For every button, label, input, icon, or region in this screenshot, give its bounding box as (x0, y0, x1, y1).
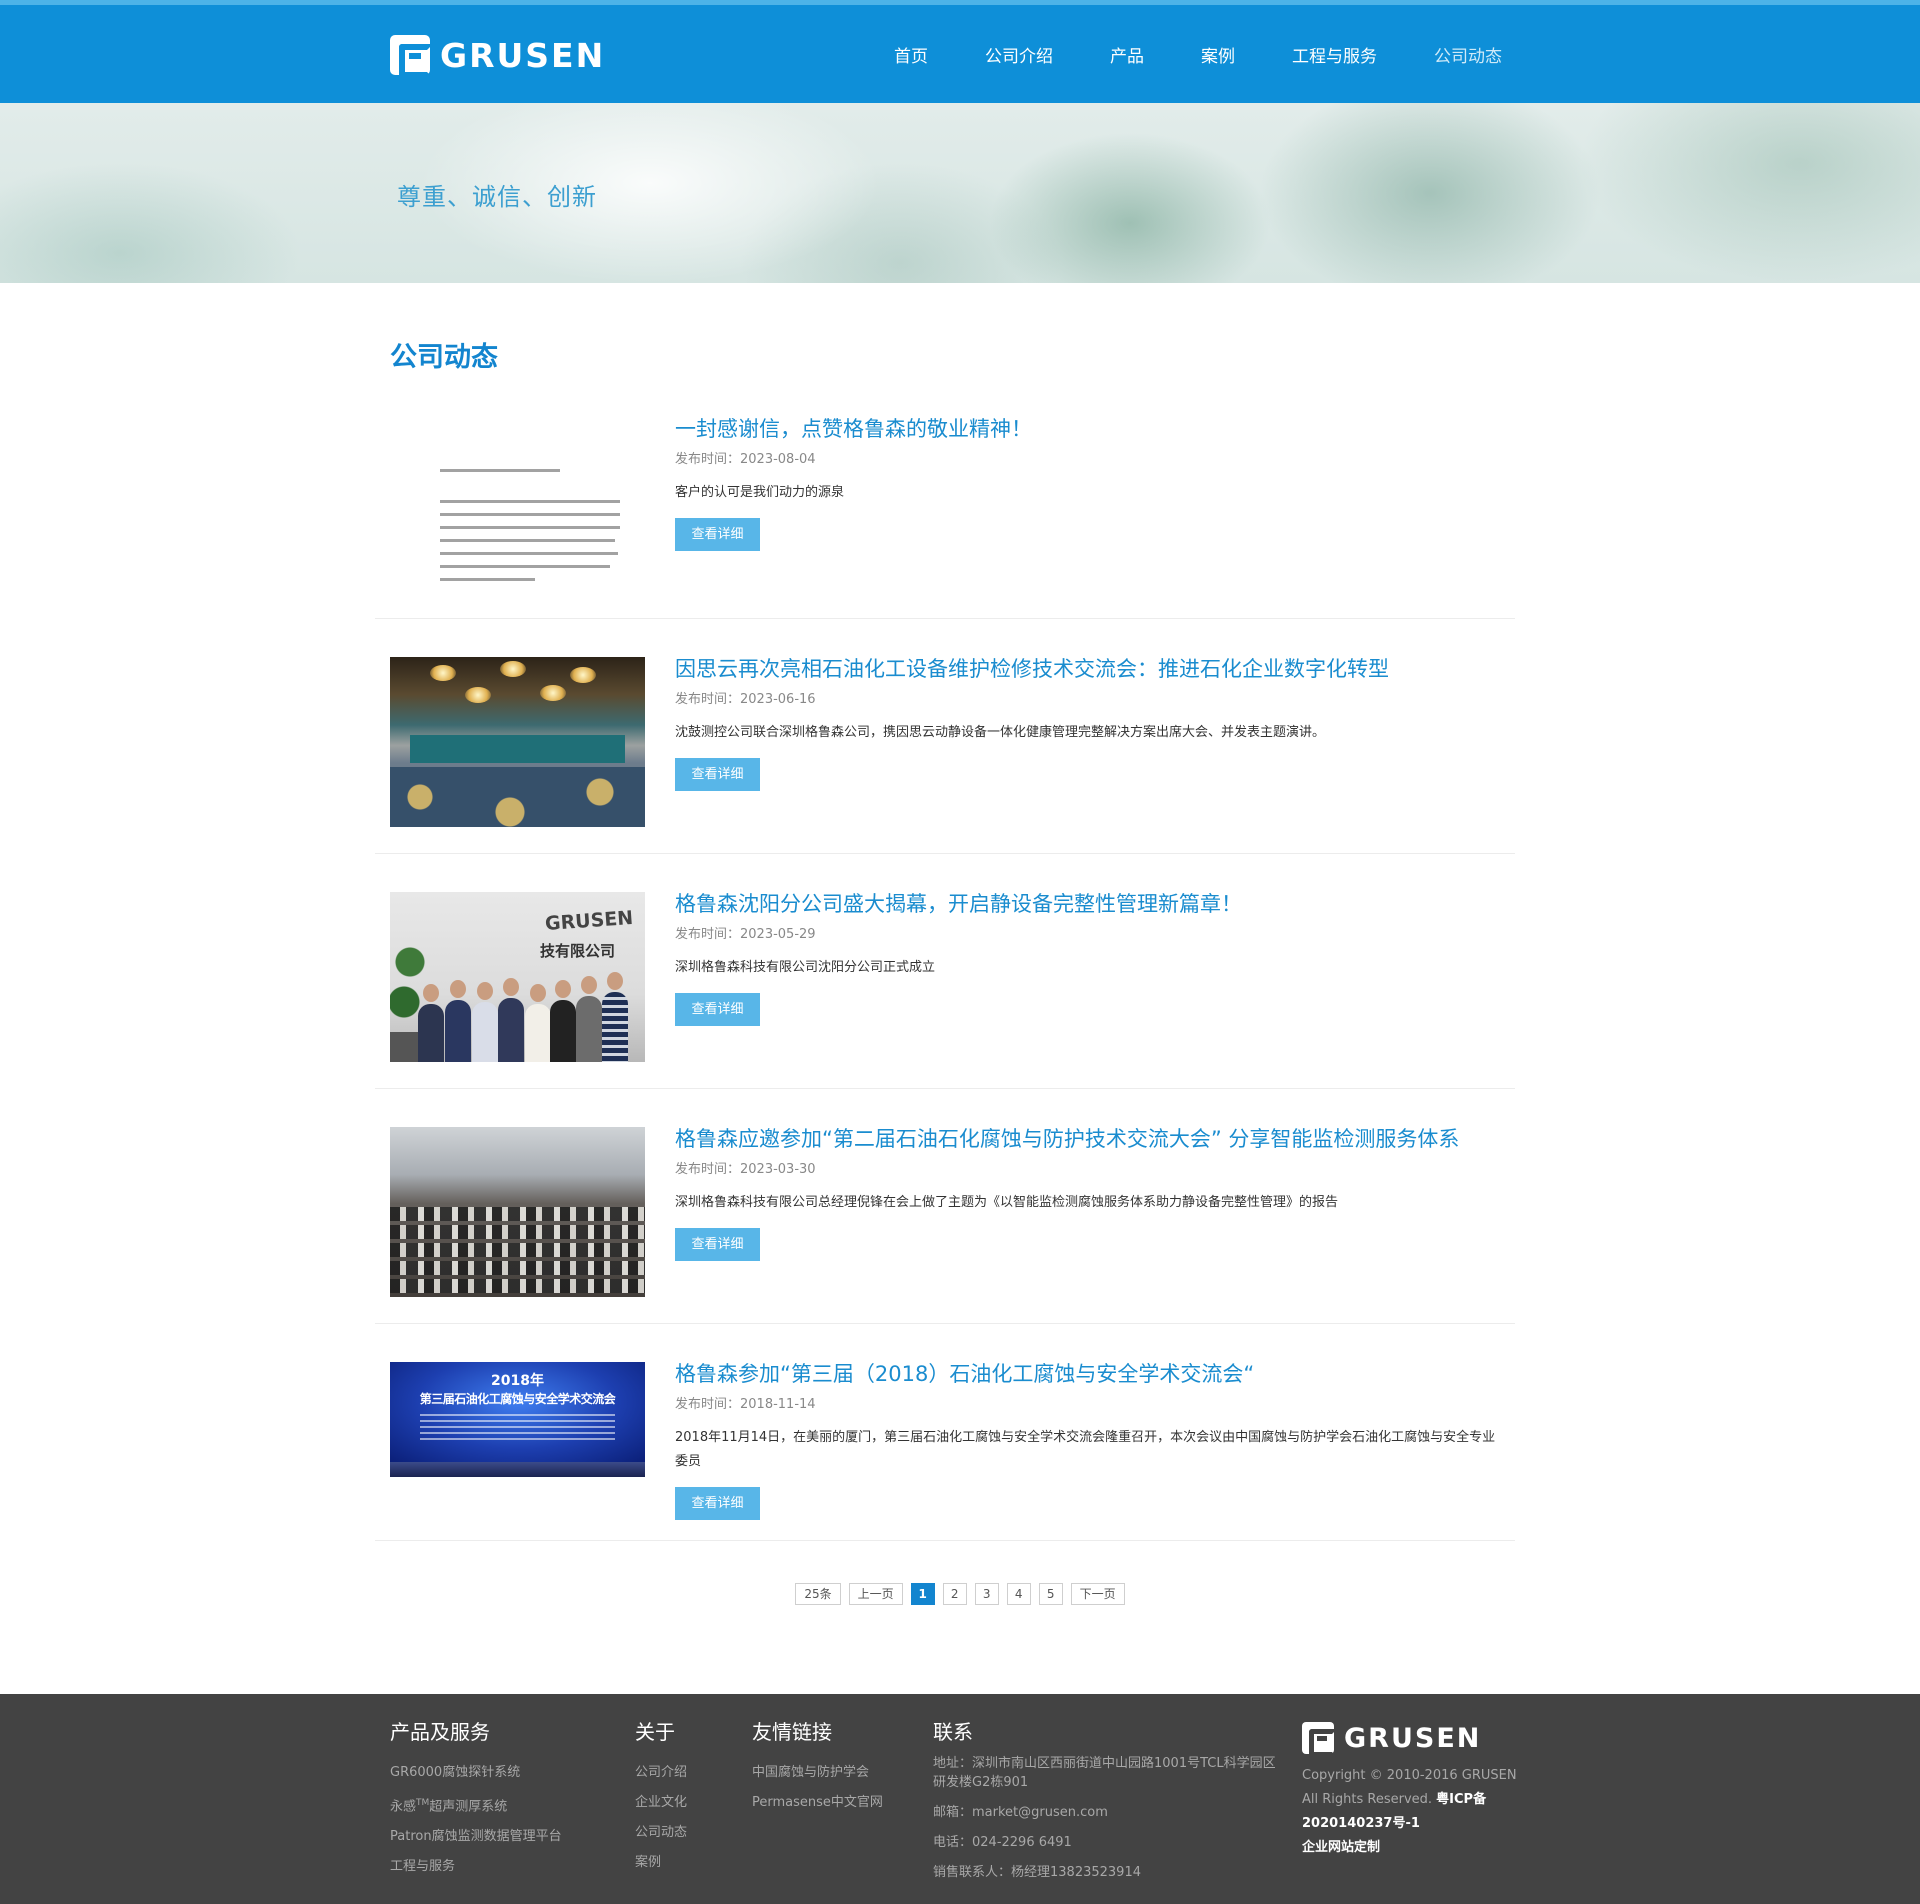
footer-link-csco[interactable]: 中国腐蚀与防护学会 (752, 1758, 883, 1788)
news-item: 一封感谢信，点赞格鲁森的敬业精神！ 发布时间：2023-08-04 客户的认可是… (375, 402, 1515, 619)
news-date: 发布时间：2023-06-16 (675, 692, 816, 707)
news-item: 格鲁森应邀参加“第二届石油石化腐蚀与防护技术交流大会” 分享智能监检测服务体系 … (375, 1089, 1515, 1324)
news-title[interactable]: 格鲁森沈阳分公司盛大揭幕，开启静设备完整性管理新篇章！ (675, 891, 1505, 917)
site-custom-link[interactable]: 企业网站定制 (1302, 1836, 1532, 1860)
news-body: 格鲁森参加“第三届（2018）石油化工腐蚀与安全学术交流会“ 发布时间：2018… (675, 1361, 1505, 1520)
nav-cases[interactable]: 案例 (1201, 42, 1235, 67)
news-summary: 2018年11月14日，在美丽的厦门，第三届石油化工腐蚀与安全学术交流会隆重召开… (675, 1430, 1496, 1469)
footer-address: 地址：深圳市南山区西丽街道中山园路1001号TCL科学园区研发楼G2栋901 (933, 1756, 1276, 1790)
news-date: 发布时间：2018-11-14 (675, 1397, 816, 1412)
view-details-button[interactable]: 查看详细 (675, 993, 760, 1026)
news-body: 格鲁森应邀参加“第二届石油石化腐蚀与防护技术交流大会” 分享智能监检测服务体系 … (675, 1126, 1505, 1261)
news-title[interactable]: 一封感谢信，点赞格鲁森的敬业精神！ (675, 416, 1505, 442)
site-footer: 产品及服务 GR6000腐蚀探针系统 永感TM超声测厚系统 Patron腐蚀监测… (0, 1694, 1920, 1904)
news-list: 一封感谢信，点赞格鲁森的敬业精神！ 发布时间：2023-08-04 客户的认可是… (375, 402, 1515, 1541)
pagination-page-2[interactable]: 2 (942, 1583, 967, 1605)
page-title: 公司动态 (390, 342, 498, 373)
pagination-prev[interactable]: 上一页 (848, 1583, 903, 1605)
icp-link[interactable]: 粤ICP备 (1436, 1792, 1486, 1807)
footer-link-ultrasonic[interactable]: 永感TM超声测厚系统 (390, 1788, 562, 1822)
footer-phone: 电话：024-2296 6491 (933, 1835, 1072, 1850)
footer-link-cases[interactable]: 案例 (635, 1848, 687, 1878)
footer-link-culture[interactable]: 企业文化 (635, 1788, 687, 1818)
news-thumbnail-2018-conference[interactable]: 2018年 第三届石油化工腐蚀与安全学术交流会 (390, 1362, 645, 1477)
footer-link-company[interactable]: 公司介绍 (635, 1758, 687, 1788)
logo-text: GRUSEN (440, 35, 606, 75)
news-title[interactable]: 格鲁森参加“第三届（2018）石油化工腐蚀与安全学术交流会“ (675, 1361, 1505, 1387)
main-nav: 首页 公司介绍 产品 案例 工程与服务 公司动态 (837, 5, 1502, 103)
footer-email[interactable]: 邮箱：market@grusen.com (933, 1803, 1278, 1822)
news-date: 发布时间：2023-03-30 (675, 1162, 816, 1177)
footer-logo-text: GRUSEN (1344, 1722, 1482, 1754)
news-thumbnail-branch-opening[interactable]: GRUSEN 技有限公司 (390, 892, 645, 1062)
news-title[interactable]: 格鲁森应邀参加“第二届石油石化腐蚀与防护技术交流大会” 分享智能监检测服务体系 (675, 1126, 1505, 1152)
footer-sales-contact: 销售联系人：杨经理13823523914 (933, 1865, 1141, 1880)
footer-about-title: 关于 (635, 1720, 675, 1744)
view-details-button[interactable]: 查看详细 (675, 1228, 760, 1261)
footer-about-column: 关于 公司介绍 企业文化 公司动态 案例 (635, 1718, 687, 1878)
rights-reserved: All Rights Reserved. (1302, 1792, 1433, 1807)
view-details-button[interactable]: 查看详细 (675, 758, 760, 791)
pagination-total: 25条 (795, 1583, 841, 1605)
pagination-page-1[interactable]: 1 (910, 1583, 935, 1605)
banner-slogan: 尊重、诚信、创新 (397, 183, 597, 211)
news-thumbnail-meeting-hall[interactable] (390, 657, 645, 827)
footer-contact-title: 联系 (933, 1720, 973, 1744)
news-body: 格鲁森沈阳分公司盛大揭幕，开启静设备完整性管理新篇章！ 发布时间：2023-05… (675, 891, 1505, 1026)
view-details-button[interactable]: 查看详细 (675, 518, 760, 551)
news-title[interactable]: 因思云再次亮相石油化工设备维护检修技术交流会：推进石化企业数字化转型 (675, 656, 1505, 682)
news-item: GRUSEN 技有限公司 格鲁森沈阳分公司盛大揭幕，开启静设备完整性管理新篇章！… (375, 854, 1515, 1089)
pagination-page-5[interactable]: 5 (1038, 1583, 1063, 1605)
footer-contact-column: 联系 地址：深圳市南山区西丽街道中山园路1001号TCL科学园区研发楼G2栋90… (933, 1718, 1278, 1893)
footer-link-patron[interactable]: Patron腐蚀监测数据管理平台 (390, 1822, 562, 1852)
pagination-page-3[interactable]: 3 (974, 1583, 999, 1605)
hero-banner: 尊重、诚信、创新 (0, 103, 1920, 283)
nav-home[interactable]: 首页 (894, 42, 928, 67)
news-summary: 深圳格鲁森科技有限公司沈阳分公司正式成立 (675, 960, 936, 975)
logo-g-icon (390, 35, 433, 78)
news-body: 一封感谢信，点赞格鲁森的敬业精神！ 发布时间：2023-08-04 客户的认可是… (675, 416, 1505, 551)
pagination: 25条 上一页 1 2 3 4 5 下一页 (0, 1583, 1920, 1605)
pagination-page-4[interactable]: 4 (1006, 1583, 1031, 1605)
news-item: 2018年 第三届石油化工腐蚀与安全学术交流会 格鲁森参加“第三届（2018）石… (375, 1324, 1515, 1541)
footer-products-column: 产品及服务 GR6000腐蚀探针系统 永感TM超声测厚系统 Patron腐蚀监测… (390, 1718, 562, 1882)
news-summary: 沈鼓测控公司联合深圳格鲁森公司，携因思云动静设备一体化健康管理完整解决方案出席大… (675, 725, 1326, 740)
footer-logo: GRUSEN (1302, 1722, 1482, 1757)
footer-link-permasense[interactable]: Permasense中文官网 (752, 1788, 883, 1818)
nav-products[interactable]: 产品 (1110, 42, 1144, 67)
view-details-button[interactable]: 查看详细 (675, 1487, 760, 1520)
footer-friends-column: 友情链接 中国腐蚀与防护学会 Permasense中文官网 (752, 1718, 883, 1818)
news-date: 发布时间：2023-05-29 (675, 927, 816, 942)
pagination-next[interactable]: 下一页 (1070, 1583, 1125, 1605)
news-summary: 深圳格鲁森科技有限公司总经理倪锋在会上做了主题为《以智能监检测腐蚀服务体系助力静… (675, 1195, 1339, 1210)
footer-copyright: Copyright © 2010-2016 GRUSEN All Rights … (1302, 1764, 1532, 1860)
nav-engineering[interactable]: 工程与服务 (1292, 42, 1377, 67)
news-date: 发布时间：2023-08-04 (675, 452, 816, 467)
footer-friends-title: 友情链接 (752, 1720, 832, 1744)
news-thumbnail-thank-letter[interactable] (390, 417, 645, 587)
footer-logo-g-icon (1302, 1722, 1337, 1757)
footer-products-title: 产品及服务 (390, 1720, 490, 1744)
nav-news[interactable]: 公司动态 (1434, 42, 1502, 67)
footer-link-news[interactable]: 公司动态 (635, 1818, 687, 1848)
nav-about[interactable]: 公司介绍 (985, 42, 1053, 67)
icp-number[interactable]: 2020140237号-1 (1302, 1812, 1532, 1836)
news-body: 因思云再次亮相石油化工设备维护检修技术交流会：推进石化企业数字化转型 发布时间：… (675, 656, 1505, 791)
news-item: 因思云再次亮相石油化工设备维护检修技术交流会：推进石化企业数字化转型 发布时间：… (375, 619, 1515, 854)
site-logo[interactable]: GRUSEN (390, 35, 606, 78)
copyright-line: Copyright © 2010-2016 GRUSEN (1302, 1768, 1517, 1783)
footer-link-gr6000[interactable]: GR6000腐蚀探针系统 (390, 1758, 562, 1788)
news-summary: 客户的认可是我们动力的源泉 (675, 485, 845, 500)
news-thumbnail-conference[interactable] (390, 1127, 645, 1297)
footer-link-engineering[interactable]: 工程与服务 (390, 1852, 562, 1882)
